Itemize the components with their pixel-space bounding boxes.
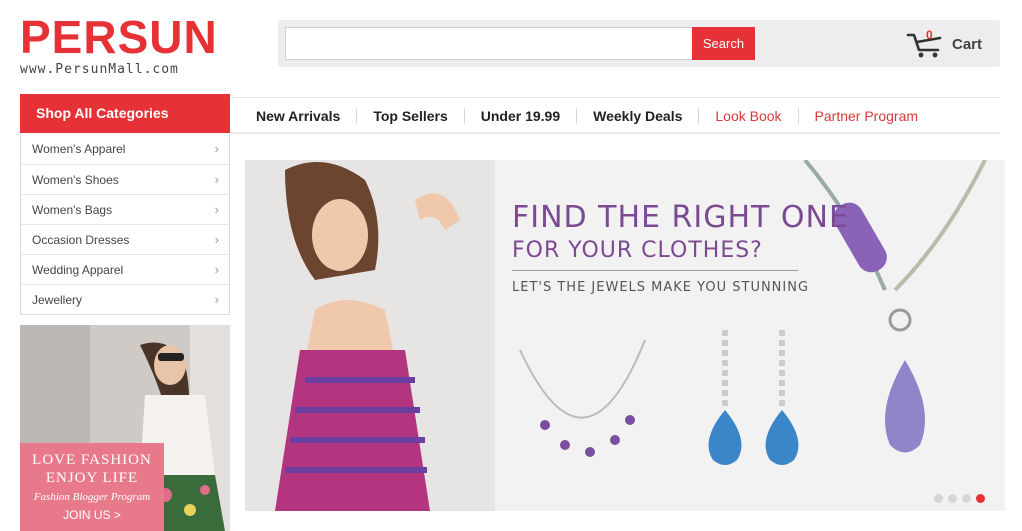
chevron-right-icon: › bbox=[214, 141, 219, 156]
category-list: Women's Apparel › Women's Shoes › Women'… bbox=[20, 134, 230, 315]
category-jewellery[interactable]: Jewellery › bbox=[21, 284, 229, 314]
category-label: Occasion Dresses bbox=[32, 233, 130, 247]
hero-banner[interactable]: FIND THE RIGHT ONE FOR YOUR CLOTHES? LET… bbox=[245, 160, 1005, 511]
shopping-cart-icon: 0 bbox=[906, 27, 946, 60]
nav-divider-bottom bbox=[230, 132, 1000, 134]
banner-heading: FIND THE RIGHT ONE bbox=[512, 200, 849, 235]
cart-button[interactable]: 0 Cart bbox=[906, 28, 982, 61]
banner-tagline: LET'S THE JEWELS MAKE YOU STUNNING bbox=[512, 280, 810, 295]
search-input[interactable] bbox=[285, 27, 693, 60]
slide-dot-1[interactable] bbox=[934, 494, 943, 503]
fashion-blogger-promo[interactable]: LOVE FASHION ENJOY LIFE Fashion Blogger … bbox=[20, 325, 230, 531]
cart-label: Cart bbox=[952, 36, 983, 53]
logo-url: www.PersunMall.com bbox=[20, 62, 179, 77]
category-label: Jewellery bbox=[32, 293, 83, 307]
cart-count-badge: 0 bbox=[926, 27, 933, 42]
category-label: Wedding Apparel bbox=[32, 263, 124, 277]
shop-all-categories-button[interactable]: Shop All Categories bbox=[20, 94, 230, 133]
promo-line-3: Fashion Blogger Program bbox=[33, 491, 151, 503]
search-button[interactable]: Search bbox=[692, 27, 755, 60]
nav-link-look-book[interactable]: Look Book bbox=[698, 108, 797, 124]
site-logo[interactable]: PERSUN www.PersunMall.com bbox=[20, 11, 218, 77]
chevron-right-icon: › bbox=[214, 262, 219, 277]
nav-link-new-arrivals[interactable]: New Arrivals bbox=[240, 108, 356, 124]
nav-link-under-19-99[interactable]: Under 19.99 bbox=[463, 108, 576, 124]
slider-pagination bbox=[934, 494, 985, 503]
category-womens-shoes[interactable]: Women's Shoes › bbox=[21, 164, 229, 194]
logo-wordmark: PERSUN bbox=[20, 11, 218, 63]
slide-dot-4[interactable] bbox=[976, 494, 985, 503]
slide-dot-2[interactable] bbox=[948, 494, 957, 503]
category-label: Women's Apparel bbox=[32, 142, 126, 156]
promo-line-2: ENJOY LIFE bbox=[45, 470, 139, 486]
promo-line-1: LOVE FASHION bbox=[32, 452, 152, 468]
category-occasion-dresses[interactable]: Occasion Dresses › bbox=[21, 224, 229, 254]
search-bar: Search 0 Cart bbox=[278, 20, 1000, 67]
nav-link-top-sellers[interactable]: Top Sellers bbox=[356, 108, 463, 124]
category-womens-apparel[interactable]: Women's Apparel › bbox=[21, 134, 229, 164]
category-wedding-apparel[interactable]: Wedding Apparel › bbox=[21, 254, 229, 284]
category-label: Women's Shoes bbox=[32, 173, 119, 187]
chevron-right-icon: › bbox=[214, 202, 219, 217]
chevron-right-icon: › bbox=[214, 232, 219, 247]
top-nav: New Arrivals Top Sellers Under 19.99 Wee… bbox=[240, 104, 934, 128]
category-label: Women's Bags bbox=[32, 203, 113, 217]
nav-link-partner-program[interactable]: Partner Program bbox=[797, 108, 934, 124]
banner-divider bbox=[512, 270, 798, 271]
nav-divider-top bbox=[230, 97, 1000, 98]
join-us-link[interactable]: JOIN US > bbox=[20, 508, 164, 522]
nav-link-weekly-deals[interactable]: Weekly Deals bbox=[576, 108, 698, 124]
promo-caption: LOVE FASHION ENJOY LIFE Fashion Blogger … bbox=[20, 443, 164, 531]
chevron-right-icon: › bbox=[214, 292, 219, 307]
slide-dot-3[interactable] bbox=[962, 494, 971, 503]
chevron-right-icon: › bbox=[214, 172, 219, 187]
category-womens-bags[interactable]: Women's Bags › bbox=[21, 194, 229, 224]
banner-subheading: FOR YOUR CLOTHES? bbox=[512, 238, 763, 263]
